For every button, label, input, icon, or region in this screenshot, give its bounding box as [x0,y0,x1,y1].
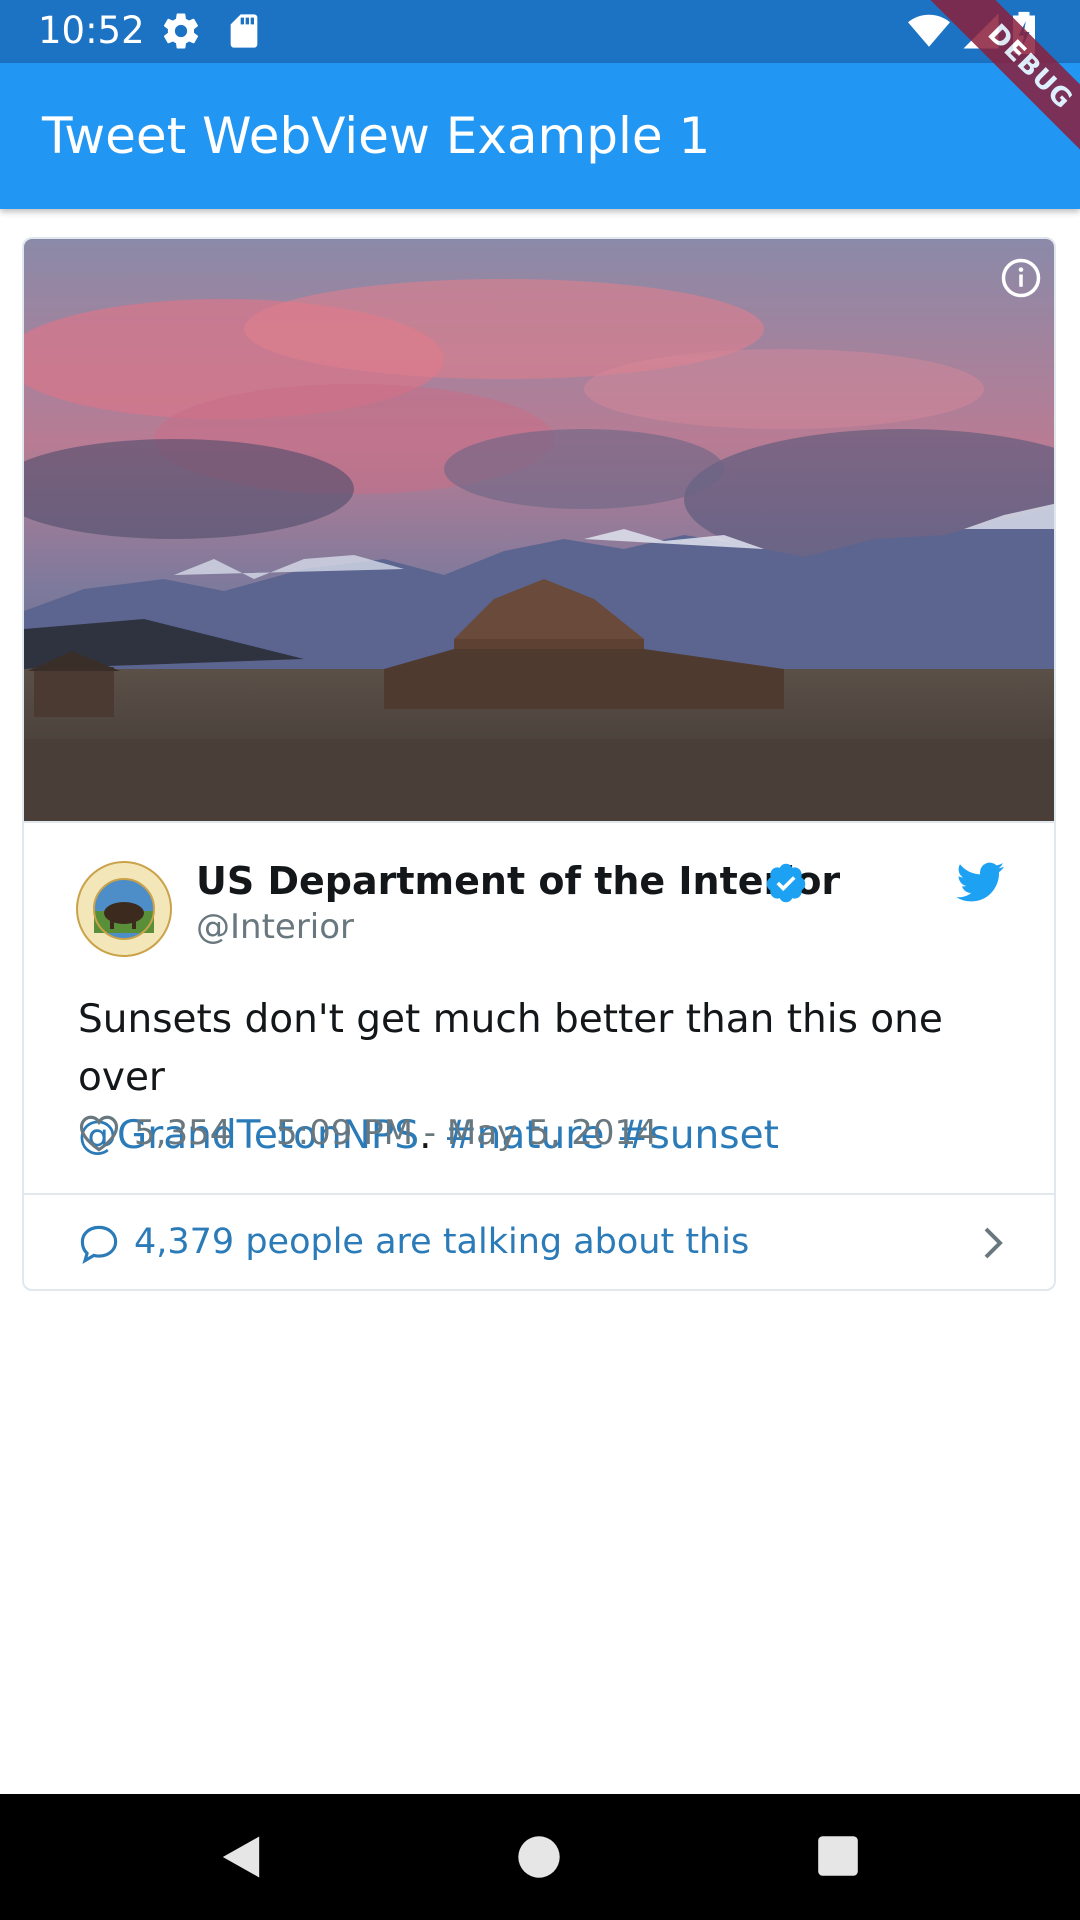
recents-icon[interactable] [816,1834,860,1883]
home-icon[interactable] [516,1834,562,1885]
verified-icon [764,861,808,910]
author-handle[interactable]: @Interior [196,907,354,947]
navigation-bar [0,1794,1080,1920]
wifi-icon [906,10,952,57]
like-count[interactable]: 5,354 [134,1111,231,1155]
avatar[interactable] [76,861,172,957]
reply-bubble-icon [78,1223,120,1270]
status-bar: 10:52 [0,0,1080,63]
chevron-right-icon[interactable] [980,1225,1008,1266]
page-title: Tweet WebView Example 1 [42,107,711,165]
settings-icon [160,10,202,57]
tweet-photo[interactable] [24,239,1054,823]
tweet-card[interactable]: US Department of the Interior @Interior … [22,237,1056,1291]
heart-icon[interactable] [78,1113,120,1164]
sd-card-icon [224,10,264,57]
talking-count-text[interactable]: 4,379 people are talking about this [134,1219,749,1265]
author-name[interactable]: US Department of the Interior [196,859,840,903]
info-icon[interactable] [1000,257,1042,304]
status-time: 10:52 [38,9,145,52]
twitter-logo-icon[interactable] [956,861,1004,908]
back-icon[interactable] [218,1832,264,1887]
tweet-text-plain: Sunsets don't get much better than this … [78,997,943,1100]
conversation-link[interactable]: 4,379 people are talking about this [24,1195,1054,1289]
tweet-date[interactable]: 5:09 PM - May 5, 2014 [276,1111,658,1155]
app-bar: Tweet WebView Example 1 [0,63,1080,209]
